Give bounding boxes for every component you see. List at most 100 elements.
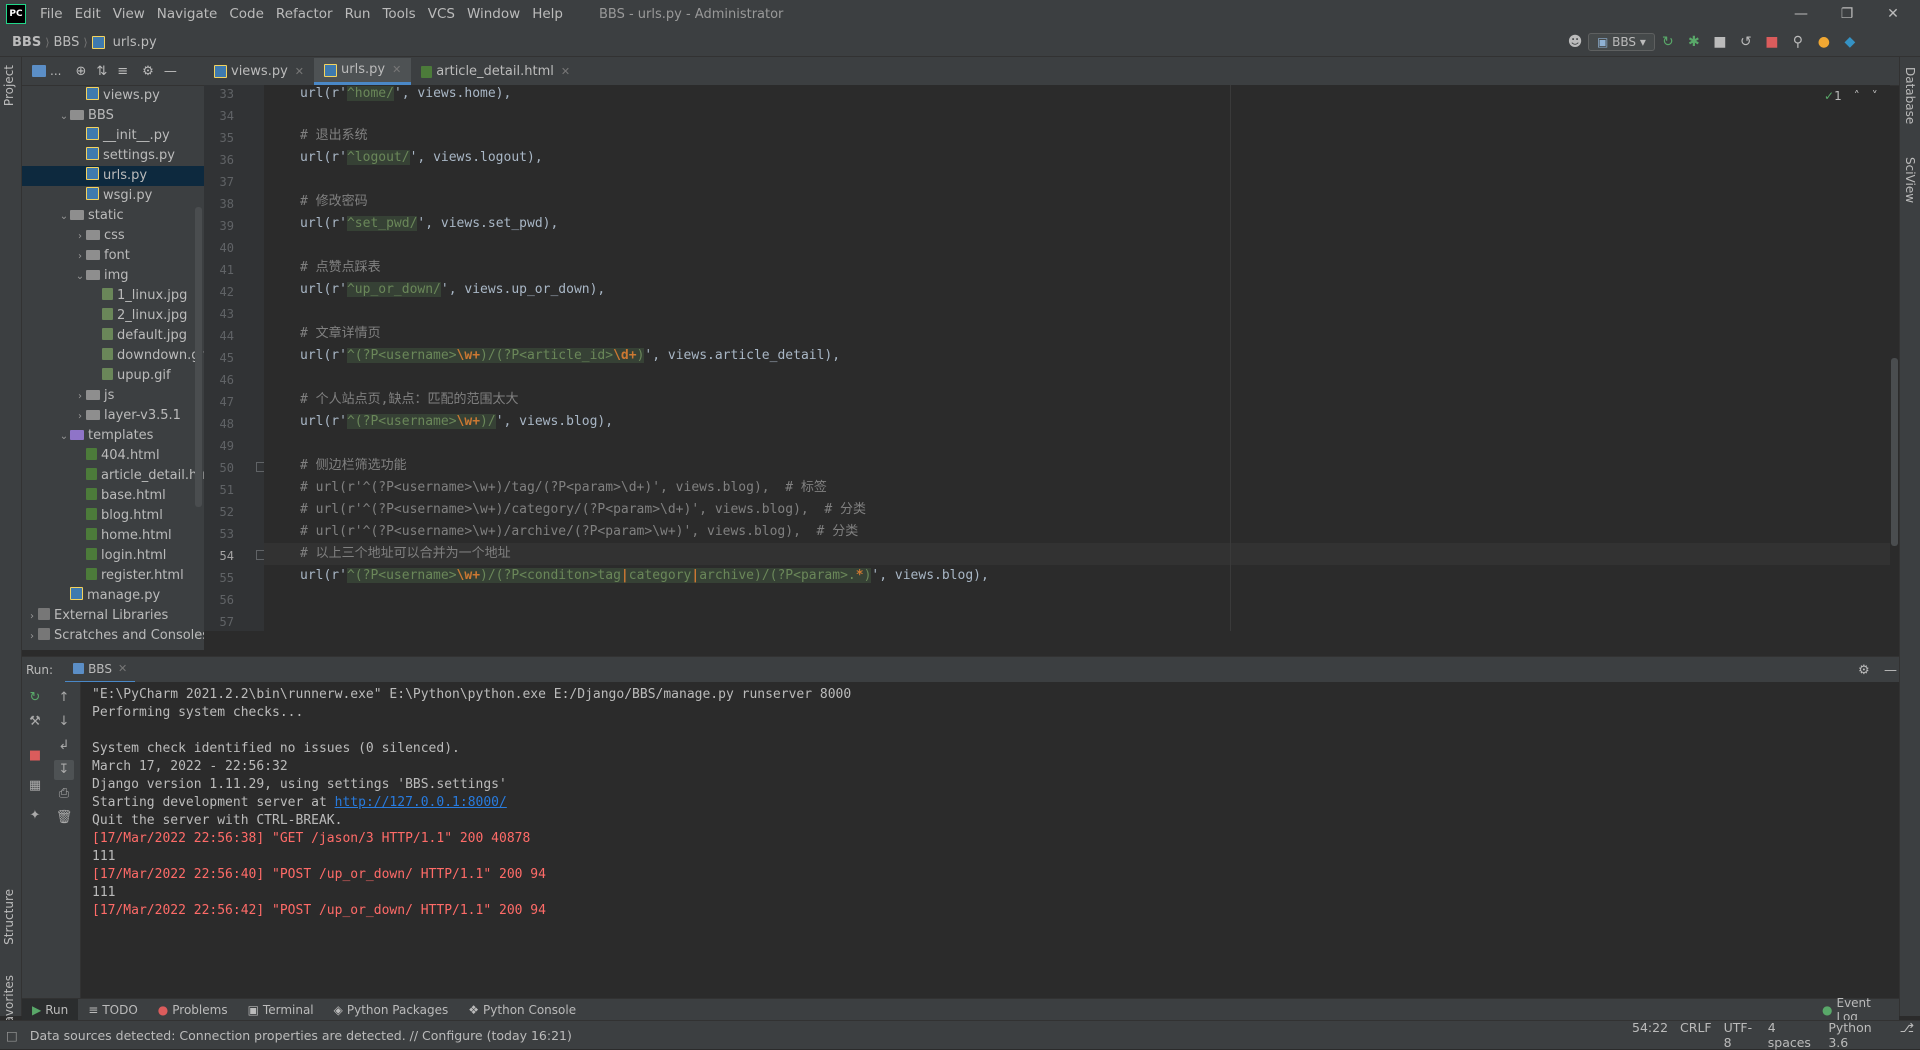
event-log-button[interactable]: ● Event Log (1812, 996, 1899, 1024)
code-editor[interactable]: url(r'^home/', views.home), # 退出系统 url(r… (264, 85, 1890, 631)
tree-item[interactable]: downdown.gif (22, 346, 204, 366)
tree-item[interactable]: 2_linux.jpg (22, 306, 204, 326)
chevron-right-icon[interactable]: › (74, 247, 86, 267)
menu-edit[interactable]: Edit (69, 6, 107, 22)
tree-item[interactable]: 1_linux.jpg (22, 286, 204, 306)
structure-tool-tab[interactable]: Structure (2, 889, 16, 945)
run-configuration-select[interactable]: ▣ BBS ▾ (1588, 33, 1655, 51)
close-window-icon[interactable]: ✕ (1870, 0, 1916, 28)
hide-panel-icon[interactable]: — (1884, 663, 1897, 678)
server-url-link[interactable]: http://127.0.0.1:8000/ (335, 795, 507, 810)
python-packages-tool-button[interactable]: ◈ Python Packages (324, 999, 459, 1021)
indent-setting[interactable]: 4 spaces (1762, 1020, 1823, 1050)
chevron-down-icon[interactable]: ⌄ (74, 267, 86, 287)
hide-panel-icon[interactable]: — (164, 64, 177, 79)
tree-item[interactable]: wsgi.py (22, 186, 204, 206)
status-message[interactable]: Data sources detected: Connection proper… (24, 1028, 578, 1043)
tree-item[interactable]: ⌄ static (22, 206, 204, 226)
menu-help[interactable]: Help (526, 6, 569, 22)
menu-run[interactable]: Run (339, 6, 377, 22)
collapse-all-icon[interactable]: ≡ (117, 64, 128, 79)
menu-navigate[interactable]: Navigate (151, 6, 224, 22)
tree-item[interactable]: default.jpg (22, 326, 204, 346)
tree-item[interactable]: › layer-v3.5.1 (22, 406, 204, 426)
chevron-right-icon[interactable]: › (74, 227, 86, 247)
profile-icon[interactable]: ↺ (1735, 31, 1757, 53)
minimize-icon[interactable]: — (1778, 0, 1824, 28)
stop-icon[interactable]: ■ (1761, 31, 1783, 53)
print-icon[interactable]: ⎙ (54, 784, 74, 804)
editor-gutter[interactable]: 33 34 35 36 37 38 39 40 41 42 43 44 45 46 47 48 49 50 51 52… (204, 85, 264, 631)
menu-refactor[interactable]: Refactor (270, 6, 339, 22)
trash-icon[interactable]: 🗑 (54, 808, 74, 828)
close-tab-icon[interactable]: ✕ (561, 59, 570, 85)
scroll-to-end-icon[interactable]: ↧ (54, 760, 74, 780)
ide-features-icon[interactable]: ◆ (1839, 31, 1861, 53)
tree-item[interactable]: ⌄ img (22, 266, 204, 286)
settings-gear-icon[interactable]: ⚙ (142, 64, 154, 79)
tree-item[interactable]: __init__.py (22, 126, 204, 146)
wrench-icon[interactable]: ⚒ (25, 712, 45, 732)
locate-icon[interactable]: ⊕ (75, 64, 86, 79)
chevron-down-icon[interactable]: ⌄ (58, 207, 70, 227)
pin-icon[interactable]: ✦ (25, 806, 45, 826)
project-tool-tab[interactable]: Project (2, 65, 16, 106)
stop-icon[interactable]: ■ (25, 746, 45, 766)
python-interpreter[interactable]: Python 3.6 (1822, 1020, 1893, 1050)
expand-all-icon[interactable]: ⇅ (96, 64, 107, 79)
tree-item[interactable]: register.html (22, 566, 204, 586)
tab-urls-py[interactable]: urls.py ✕ (314, 58, 412, 85)
terminal-tool-button[interactable]: ▣ Terminal (238, 999, 324, 1021)
chevron-down-icon[interactable]: ⌄ (58, 107, 70, 127)
rerun-icon[interactable]: ↻ (1657, 31, 1679, 53)
inspection-widget[interactable]: ✓1 ˄ ˅ (1824, 89, 1878, 103)
update-icon[interactable]: ● (1813, 31, 1835, 53)
tree-item[interactable]: ⌄ templates (22, 426, 204, 446)
arrow-down-icon[interactable]: ↓ (54, 712, 74, 732)
todo-tool-button[interactable]: ≡ TODO (78, 999, 148, 1021)
breadcrumb-project[interactable]: BBS (8, 35, 45, 50)
line-separator[interactable]: CRLF (1674, 1020, 1718, 1050)
breadcrumb-folder[interactable]: BBS (49, 35, 83, 50)
menu-code[interactable]: Code (223, 6, 270, 22)
project-view-selector[interactable]: ... (50, 64, 61, 78)
breadcrumb-file[interactable]: urls.py (109, 35, 161, 50)
chevron-right-icon[interactable]: › (74, 387, 86, 407)
restore-icon[interactable]: ❐ (1824, 0, 1870, 28)
tree-item[interactable]: blog.html (22, 506, 204, 526)
layout-icon[interactable]: ▦ (25, 776, 45, 796)
status-toggle-icon[interactable]: □ (0, 1028, 24, 1043)
tree-item[interactable]: ⌄ BBS (22, 106, 204, 126)
tab-article-detail-html[interactable]: article_detail.html ✕ (411, 58, 580, 85)
tree-item[interactable]: views.py (22, 86, 204, 106)
database-tool-tab[interactable]: Database (1903, 67, 1917, 124)
project-scrollbar[interactable] (195, 207, 202, 507)
menu-tools[interactable]: Tools (376, 6, 421, 22)
menu-view[interactable]: View (107, 6, 151, 22)
tree-item[interactable]: upup.gif (22, 366, 204, 386)
tree-item[interactable]: login.html (22, 546, 204, 566)
tree-item[interactable]: › font (22, 246, 204, 266)
tab-views-py[interactable]: views.py ✕ (204, 58, 314, 85)
rerun-icon[interactable]: ↻ (25, 688, 45, 708)
tree-item[interactable]: home.html (22, 526, 204, 546)
coverage-icon[interactable]: ■ (1709, 31, 1731, 53)
chevron-right-icon[interactable]: › (74, 407, 86, 427)
settings-gear-icon[interactable]: ⚙ (1858, 663, 1870, 678)
project-view-icon[interactable] (32, 65, 46, 77)
search-icon[interactable]: ⚲ (1787, 31, 1809, 53)
close-tab-icon[interactable]: ✕ (118, 657, 127, 681)
tree-item[interactable]: › External Libraries (22, 606, 204, 626)
run-tool-button[interactable]: ▶ Run (22, 999, 79, 1021)
file-encoding[interactable]: UTF-8 (1718, 1020, 1762, 1050)
user-icon[interactable]: ☻ (1564, 31, 1586, 53)
run-tab-bbs[interactable]: BBS ✕ (65, 657, 136, 684)
problems-tool-button[interactable]: ● Problems (148, 999, 238, 1021)
tree-item[interactable]: manage.py (22, 586, 204, 606)
menu-window[interactable]: Window (461, 6, 526, 22)
tree-item[interactable]: › css (22, 226, 204, 246)
tree-item[interactable]: › Scratches and Consoles (22, 626, 204, 646)
tree-item[interactable]: article_detail.html (22, 466, 204, 486)
next-highlight-icon[interactable]: ˅ (1872, 89, 1878, 103)
lock-icon[interactable]: ⎇ (1894, 1020, 1920, 1050)
